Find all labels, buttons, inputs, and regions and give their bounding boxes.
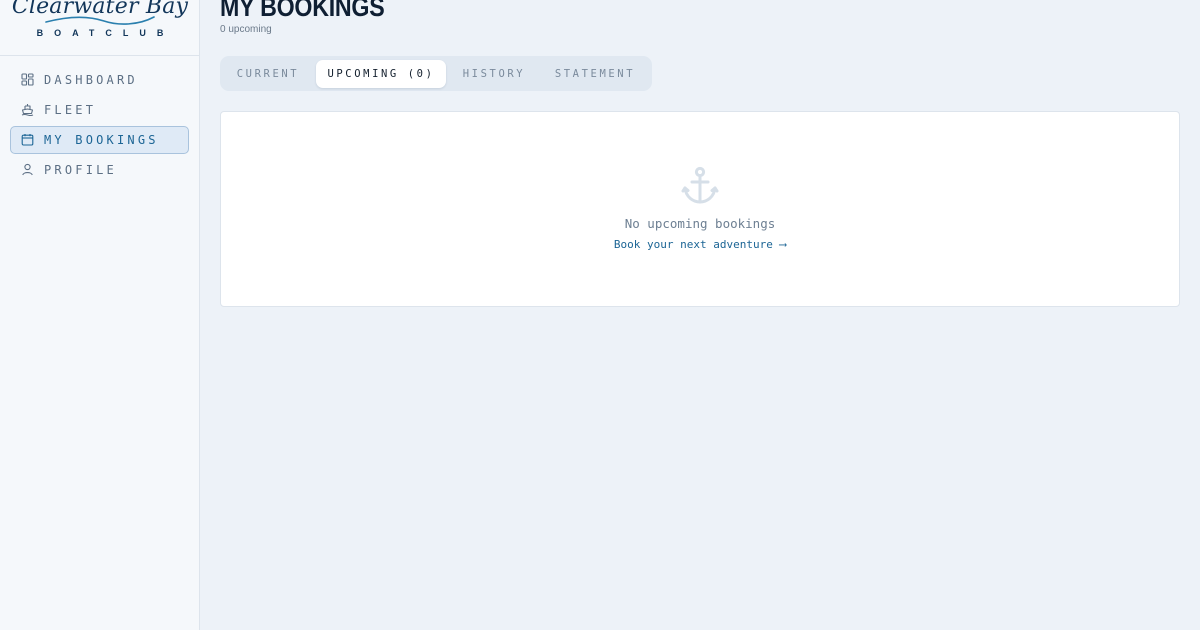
tab-upcoming[interactable]: UPCOMING (0)	[316, 59, 446, 88]
sidebar-item-my-bookings[interactable]: MY BOOKINGS	[10, 126, 189, 154]
empty-state-message: No upcoming bookings	[624, 216, 776, 231]
tab-current[interactable]: CURRENT	[223, 60, 313, 88]
sidebar: Clearwater Bay BOATCLUB DASHBOARD FLEET …	[0, 0, 200, 630]
page-subtitle: 0 upcoming	[220, 24, 272, 35]
sidebar-item-label: DASHBOARD	[44, 73, 138, 87]
brand-logo[interactable]: Clearwater Bay BOATCLUB	[0, 0, 199, 56]
sidebar-item-profile[interactable]: PROFILE	[10, 156, 189, 184]
user-icon	[21, 163, 35, 177]
sidebar-item-label: FLEET	[44, 103, 97, 117]
sidebar-item-fleet[interactable]: FLEET	[10, 96, 189, 124]
book-adventure-link[interactable]: Book your next adventure ⟶	[221, 238, 1179, 251]
sidebar-item-dashboard[interactable]: DASHBOARD	[10, 66, 189, 94]
sidebar-nav: DASHBOARD FLEET MY BOOKINGS PROFILE	[10, 66, 189, 186]
calendar-icon	[21, 133, 35, 147]
page-title: MY BOOKINGS	[220, 0, 385, 22]
boat-icon	[21, 103, 35, 117]
wave-icon	[45, 16, 155, 25]
dashboard-grid-icon	[21, 73, 35, 87]
tab-history[interactable]: HISTORY	[446, 60, 542, 88]
sidebar-item-label: MY BOOKINGS	[44, 133, 159, 147]
sidebar-item-label: PROFILE	[44, 163, 117, 177]
tab-statement[interactable]: STATEMENT	[542, 60, 648, 88]
bookings-card: No upcoming bookings Book your next adve…	[220, 111, 1180, 307]
brand-subtitle: BOATCLUB	[36, 28, 175, 38]
bookings-tabs: CURRENT UPCOMING (0) HISTORY STATEMENT	[220, 56, 652, 91]
anchor-icon	[681, 166, 719, 211]
